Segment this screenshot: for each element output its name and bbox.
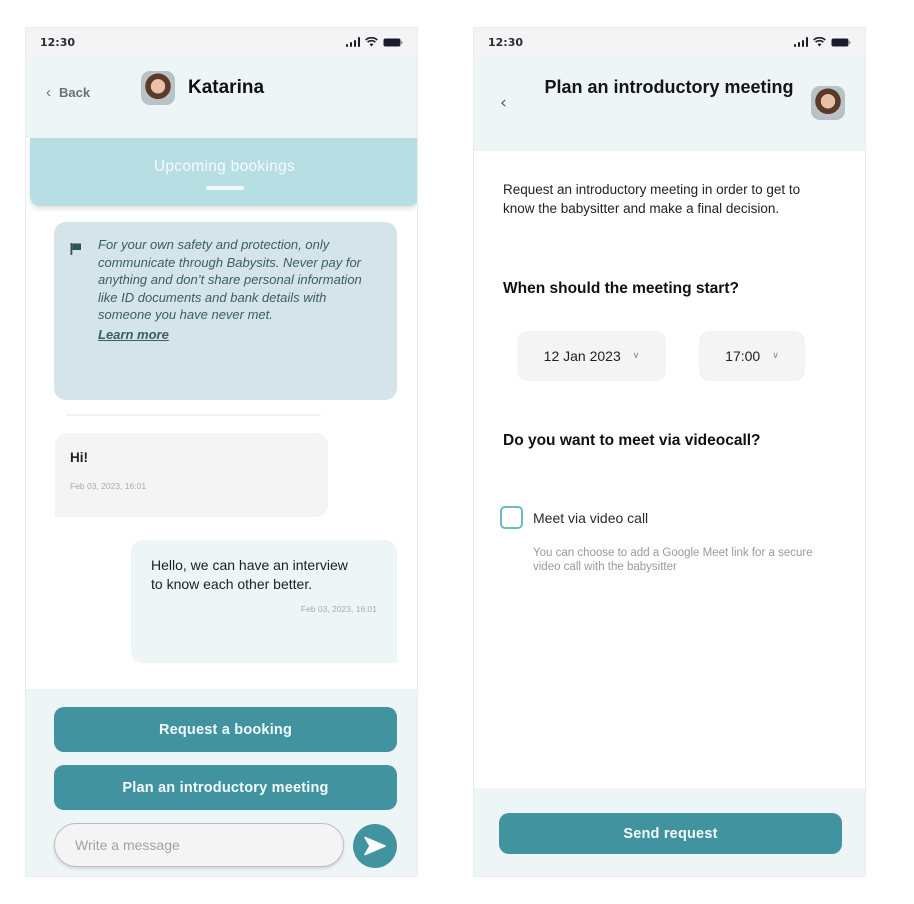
chat-footer: Request a booking Plan an introductory m… — [26, 689, 417, 876]
status-bar: 12:30 — [26, 28, 417, 56]
battery-icon — [383, 38, 403, 47]
intro-text: Request an introductory meeting in order… — [503, 182, 801, 216]
flag-icon — [70, 240, 82, 259]
date-value: 12 Jan 2023 — [543, 348, 621, 364]
plan-introductory-meeting-button[interactable]: Plan an introductory meeting — [54, 765, 397, 810]
send-icon — [364, 836, 386, 856]
upcoming-bookings-drawer[interactable]: Upcoming bookings — [30, 138, 417, 206]
chevron-down-icon: ∨ — [772, 349, 779, 360]
chevron-left-icon: ‹ — [46, 84, 51, 101]
time-value: 17:00 — [725, 348, 761, 364]
status-time: 12:30 — [488, 35, 524, 49]
avatar[interactable] — [141, 71, 175, 105]
message-timestamp: Feb 03, 2023, 16:01 — [300, 604, 377, 614]
signal-icon — [793, 37, 808, 47]
wifi-icon — [365, 37, 378, 47]
start-time-heading: When should the meeting start? — [503, 280, 739, 297]
chat-header: ‹ Back Katarina — [26, 56, 417, 138]
safety-notice-text: For your own safety and protection, only… — [98, 237, 362, 322]
battery-icon — [831, 38, 851, 47]
plan-header: ‹ Plan an introductory meeting — [474, 56, 865, 151]
upcoming-bookings-label: Upcoming bookings — [153, 158, 296, 175]
plan-meeting-screen: 12:30 ‹ Plan an introductory meeting Req… — [473, 27, 866, 877]
divider — [66, 414, 321, 416]
status-time: 12:30 — [40, 35, 76, 49]
message-incoming: Hi! Feb 03, 2023, 16:01 — [55, 433, 328, 517]
avatar[interactable] — [811, 86, 845, 120]
chevron-left-icon: ‹ — [500, 93, 507, 113]
back-label: Back — [59, 85, 91, 100]
video-call-option[interactable]: Meet via video call — [500, 506, 648, 529]
message-outgoing: Hello, we can have an interview to know … — [131, 540, 397, 663]
video-call-label: Meet via video call — [533, 509, 649, 526]
video-call-help-text: You can choose to add a Google Meet link… — [533, 547, 813, 573]
chevron-down-icon: ∨ — [632, 349, 640, 360]
send-button[interactable] — [353, 824, 397, 868]
date-select[interactable]: 12 Jan 2023 ∨ — [517, 331, 666, 381]
safety-notice: For your own safety and protection, only… — [54, 222, 397, 400]
back-button[interactable]: ‹ — [500, 93, 507, 113]
drawer-handle[interactable] — [205, 186, 244, 190]
page-title: Plan an introductory meeting — [544, 77, 794, 97]
message-text: Hello, we can have an interview to know … — [151, 557, 348, 592]
send-request-button[interactable]: Send request — [499, 813, 842, 854]
message-timestamp: Feb 03, 2023, 16:01 — [70, 481, 147, 491]
video-call-checkbox[interactable] — [500, 506, 523, 529]
back-button[interactable]: ‹ Back — [46, 84, 90, 101]
signal-icon — [345, 37, 360, 47]
message-text: Hi! — [70, 450, 88, 465]
contact-name: Katarina — [188, 77, 265, 98]
status-bar: 12:30 — [474, 28, 865, 56]
videocall-heading: Do you want to meet via videocall? — [503, 432, 761, 449]
chat-screen: 12:30 ‹ Back Katarina Upcoming bookings — [25, 27, 418, 877]
time-select[interactable]: 17:00 ∨ — [699, 331, 805, 381]
learn-more-link[interactable]: Learn more — [98, 327, 169, 342]
request-booking-button[interactable]: Request a booking — [54, 707, 397, 752]
message-input[interactable] — [54, 823, 344, 867]
wifi-icon — [813, 37, 826, 47]
